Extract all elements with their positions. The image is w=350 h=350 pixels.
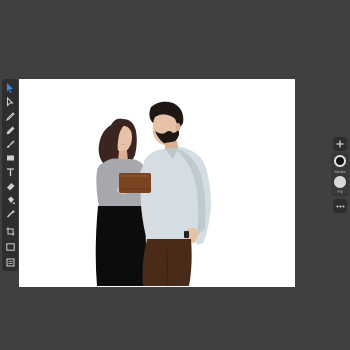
arrow-pointer-icon	[7, 83, 13, 93]
stroke-swatch[interactable]	[334, 155, 346, 167]
image-tool[interactable]	[2, 240, 18, 254]
layers-tool[interactable]	[2, 255, 18, 269]
ellipsis-icon	[336, 205, 344, 207]
direct-select-tool[interactable]	[2, 95, 18, 109]
fill-swatch[interactable]	[334, 176, 346, 188]
eyedropper-tool[interactable]	[2, 207, 18, 221]
plus-icon	[336, 140, 344, 148]
eraser-tool[interactable]	[2, 179, 18, 193]
eraser-icon	[6, 182, 14, 190]
pencil-tool[interactable]	[2, 123, 18, 137]
left-toolbar	[2, 79, 18, 271]
brush-tool[interactable]	[2, 137, 18, 151]
text-t-icon	[6, 167, 14, 176]
drawing-app: Stroke Fill	[0, 0, 350, 350]
more-options-button[interactable]	[333, 199, 347, 213]
fill-tool[interactable]	[2, 193, 18, 207]
pen-nib-icon	[5, 111, 15, 121]
select-tool[interactable]	[2, 81, 18, 95]
rectangle-icon	[6, 155, 14, 161]
fill-label: Fill	[337, 189, 343, 194]
couple-illustration	[95, 101, 211, 287]
add-button[interactable]	[333, 137, 347, 151]
pen-tool[interactable]	[2, 109, 18, 123]
paint-bucket-icon	[7, 196, 15, 204]
eyedropper-icon	[6, 210, 14, 217]
woman-skirt	[95, 206, 147, 286]
image-frame-icon	[5, 243, 15, 251]
stroke-label: Stroke	[334, 169, 346, 174]
artboard-canvas[interactable]	[19, 79, 295, 287]
shape-tool[interactable]	[2, 151, 18, 165]
layers-icon	[6, 258, 14, 266]
pencil-icon	[6, 126, 14, 134]
brush-icon	[6, 140, 14, 148]
hollow-arrow-icon	[7, 97, 14, 107]
text-tool[interactable]	[2, 165, 18, 179]
crop-icon	[6, 227, 14, 235]
crop-tool[interactable]	[2, 224, 18, 238]
